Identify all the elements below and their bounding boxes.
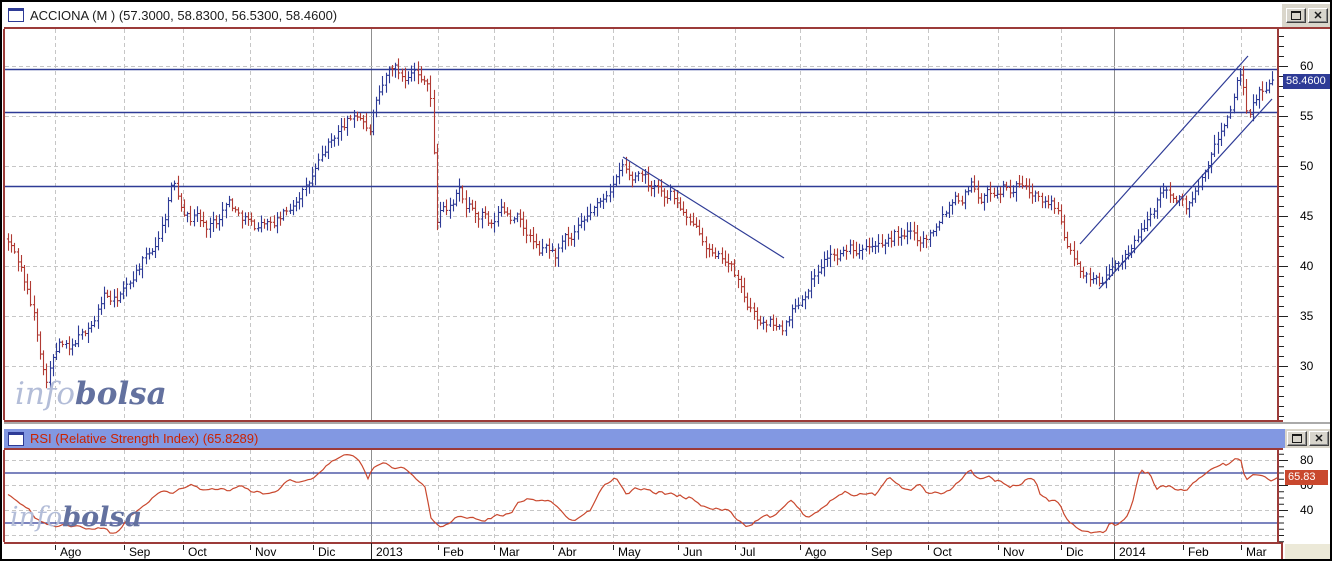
corner-filler [1285, 544, 1330, 559]
month-label: May [618, 545, 641, 559]
rsi-axis-label: 80 [1300, 453, 1314, 467]
price-axis-label: 55 [1300, 109, 1314, 123]
month-label: Oct [933, 545, 952, 559]
trendline-downtrend [622, 156, 785, 259]
year-label: 2013 [376, 545, 403, 559]
month-label: Jul [740, 545, 755, 559]
rsi-title: RSI (Relative Strength Index) (65.8289) [30, 431, 259, 446]
month-label: Mar [1246, 545, 1267, 559]
maximize-button[interactable] [1286, 8, 1306, 23]
month-label: Ago [805, 545, 827, 559]
maximize-icon [1291, 11, 1301, 20]
main-window-button-strip: ✕ [1282, 4, 1330, 27]
month-label: Jun [683, 545, 702, 559]
price-axis-label: 45 [1300, 209, 1314, 223]
rsi-maximize-button[interactable] [1287, 431, 1307, 446]
chart-canvas: 30354045505560406080Ago Sep Oct Nov Dic 2013 F… [3, 27, 1330, 559]
month-label: Feb [1188, 545, 1209, 559]
month-label: Sep [871, 545, 893, 559]
price-axis-label: 35 [1300, 309, 1314, 323]
close-icon: ✕ [1314, 432, 1324, 445]
rsi-titlebar[interactable]: RSI (Relative Strength Index) (65.8289) [4, 429, 1285, 448]
rsi-value-marker: 65.83 [1285, 470, 1328, 485]
maximize-icon [1292, 434, 1302, 443]
month-label: Nov [1003, 545, 1024, 559]
month-label: Dic [318, 545, 335, 559]
close-icon: ✕ [1313, 9, 1323, 22]
month-label: Sep [129, 545, 151, 559]
rsi-axis-label: 40 [1300, 503, 1314, 517]
main-chart-titlebar[interactable]: ACCIONA (M ) (57.3000, 58.8300, 56.5300,… [4, 4, 1282, 26]
close-button[interactable]: ✕ [1308, 8, 1328, 23]
price-axis-label: 60 [1300, 59, 1314, 73]
ohlc-bars-down [6, 58, 1265, 389]
year-label: 2014 [1119, 545, 1146, 559]
month-label: Feb [443, 545, 464, 559]
month-label: Nov [255, 545, 276, 559]
month-label: Ago [60, 545, 82, 559]
month-label: Mar [499, 545, 520, 559]
price-axis-label: 50 [1300, 159, 1314, 173]
chart-window-icon [8, 8, 24, 22]
chart-application-window: 30 35 40 45 50 55 60 40 60 80 Ago Sep Oct Nov Dic 2013 F… [0, 0, 1332, 561]
price-axis-label: 40 [1300, 259, 1314, 273]
price-axis-label: 30 [1300, 359, 1314, 373]
rsi-line [7, 453, 1278, 534]
last-price-marker: 58.4600 [1283, 74, 1330, 89]
trendline-channel-upper [1079, 55, 1249, 245]
rsi-window-icon [8, 431, 24, 446]
month-label: Oct [188, 545, 207, 559]
month-label: Dic [1066, 545, 1083, 559]
month-label: Abr [558, 545, 577, 559]
rsi-window-button-strip: ✕ [1285, 429, 1330, 448]
rsi-close-button[interactable]: ✕ [1309, 431, 1329, 446]
main-chart-title: ACCIONA (M ) (57.3000, 58.8300, 56.5300,… [30, 7, 338, 23]
